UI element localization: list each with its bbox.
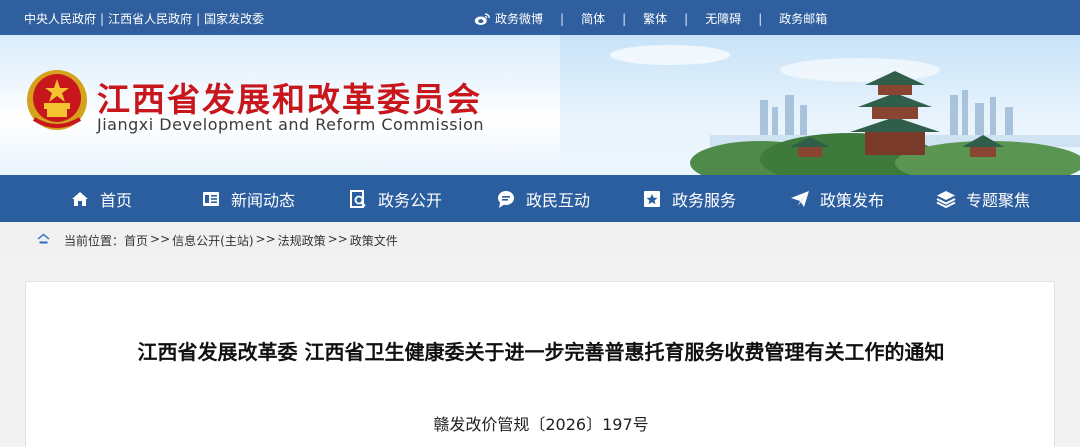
separator: | — [196, 11, 201, 26]
simplified-chinese-link[interactable]: 简体 — [581, 10, 605, 27]
star-service-icon — [644, 190, 660, 207]
home-icon — [37, 233, 50, 244]
home-icon — [72, 191, 88, 206]
separator: | — [684, 11, 689, 26]
breadcrumb-trail: 当前位置： 首页 >> 信息公开(主站) >> 法规政策 >> 政策文件 — [64, 232, 398, 249]
nav-item-government-affairs[interactable]: 政务公开 — [348, 175, 442, 222]
chat-icon — [498, 190, 514, 208]
nav-item-home[interactable]: 首页 — [70, 175, 132, 222]
site-subtitle: Jiangxi Development and Reform Commissio… — [97, 115, 485, 134]
link-jiangxi-government[interactable]: 江西省人民政府 — [108, 10, 192, 27]
breadcrumb-separator: >> — [150, 232, 171, 246]
document-number: 赣发改价管规〔2026〕197号 — [433, 415, 649, 434]
tengwang-pavilion-banner-image — [560, 35, 1080, 175]
document-search-icon — [350, 189, 366, 208]
nav-label: 首页 — [100, 190, 133, 210]
link-ndrc[interactable]: 国家发改委 — [204, 10, 264, 27]
breadcrumb-separator: >> — [327, 232, 348, 246]
nav-item-topics[interactable]: 专题聚焦 — [936, 175, 1030, 222]
top-bar: 中央人民政府 | 江西省人民政府 | 国家发改委 政务微博 | 简体 | 繁体 … — [0, 0, 1080, 35]
breadcrumb-link-home[interactable]: 首页 — [124, 232, 148, 249]
government-mail-link[interactable]: 政务邮箱 — [779, 10, 827, 27]
weibo-label: 政务微博 — [495, 12, 544, 26]
news-icon — [203, 191, 219, 206]
separator: | — [100, 11, 105, 26]
article-card: 江西省发展改革委 江西省卫生健康委关于进一步完善普惠托育服务收费管理有关工作的通… — [25, 281, 1055, 447]
breadcrumb-prefix: 当前位置： — [64, 234, 125, 248]
site-title: 江西省发展和改革委员会 — [97, 80, 482, 119]
separator: | — [622, 11, 627, 26]
main-nav: 首页 新闻动态 政务公开 政民互动 政务服务 政策发布 专题聚焦 — [0, 175, 1080, 222]
site-header: 江西省发展和改革委员会 Jiangxi Development and Refo… — [0, 35, 1080, 175]
external-links: 中央人民政府 | 江西省人民政府 | 国家发改委 — [24, 10, 264, 27]
accessibility-link[interactable]: 无障碍 — [705, 10, 741, 27]
nav-item-interaction[interactable]: 政民互动 — [496, 175, 590, 222]
traditional-chinese-link[interactable]: 繁体 — [643, 10, 667, 27]
separator: | — [758, 11, 763, 26]
nav-label: 政民互动 — [526, 190, 591, 210]
nav-label: 政策发布 — [820, 190, 885, 210]
utility-links: 政务微博 | 简体 | 繁体 | 无障碍 | 政务邮箱 — [474, 10, 827, 27]
separator: | — [560, 11, 565, 26]
nav-label: 新闻动态 — [231, 190, 296, 210]
nav-label: 政务公开 — [378, 190, 443, 210]
link-central-government[interactable]: 中央人民政府 — [24, 10, 96, 27]
nav-label: 政务服务 — [672, 190, 737, 210]
breadcrumb-link-info-public[interactable]: 信息公开(主站) — [172, 232, 253, 249]
breadcrumb-link-regulations[interactable]: 法规政策 — [278, 232, 326, 249]
nav-item-policy-release[interactable]: 政策发布 — [790, 175, 884, 222]
weibo-link[interactable]: 政务微博 — [474, 10, 543, 27]
article-title: 江西省发展改革委 江西省卫生健康委关于进一步完善普惠托育服务收费管理有关工作的通… — [137, 340, 945, 364]
nav-item-news[interactable]: 新闻动态 — [201, 175, 295, 222]
nav-label: 专题聚焦 — [966, 190, 1031, 210]
breadcrumb-separator: >> — [255, 232, 276, 246]
breadcrumb: 当前位置： 首页 >> 信息公开(主站) >> 法规政策 >> 政策文件 — [0, 222, 1080, 256]
layers-icon — [936, 190, 956, 208]
breadcrumb-link-policy-documents[interactable]: 政策文件 — [350, 232, 398, 249]
paper-plane-icon — [791, 190, 809, 207]
national-emblem-logo[interactable] — [24, 67, 90, 135]
nav-item-services[interactable]: 政务服务 — [642, 175, 736, 222]
weibo-icon — [474, 12, 490, 25]
